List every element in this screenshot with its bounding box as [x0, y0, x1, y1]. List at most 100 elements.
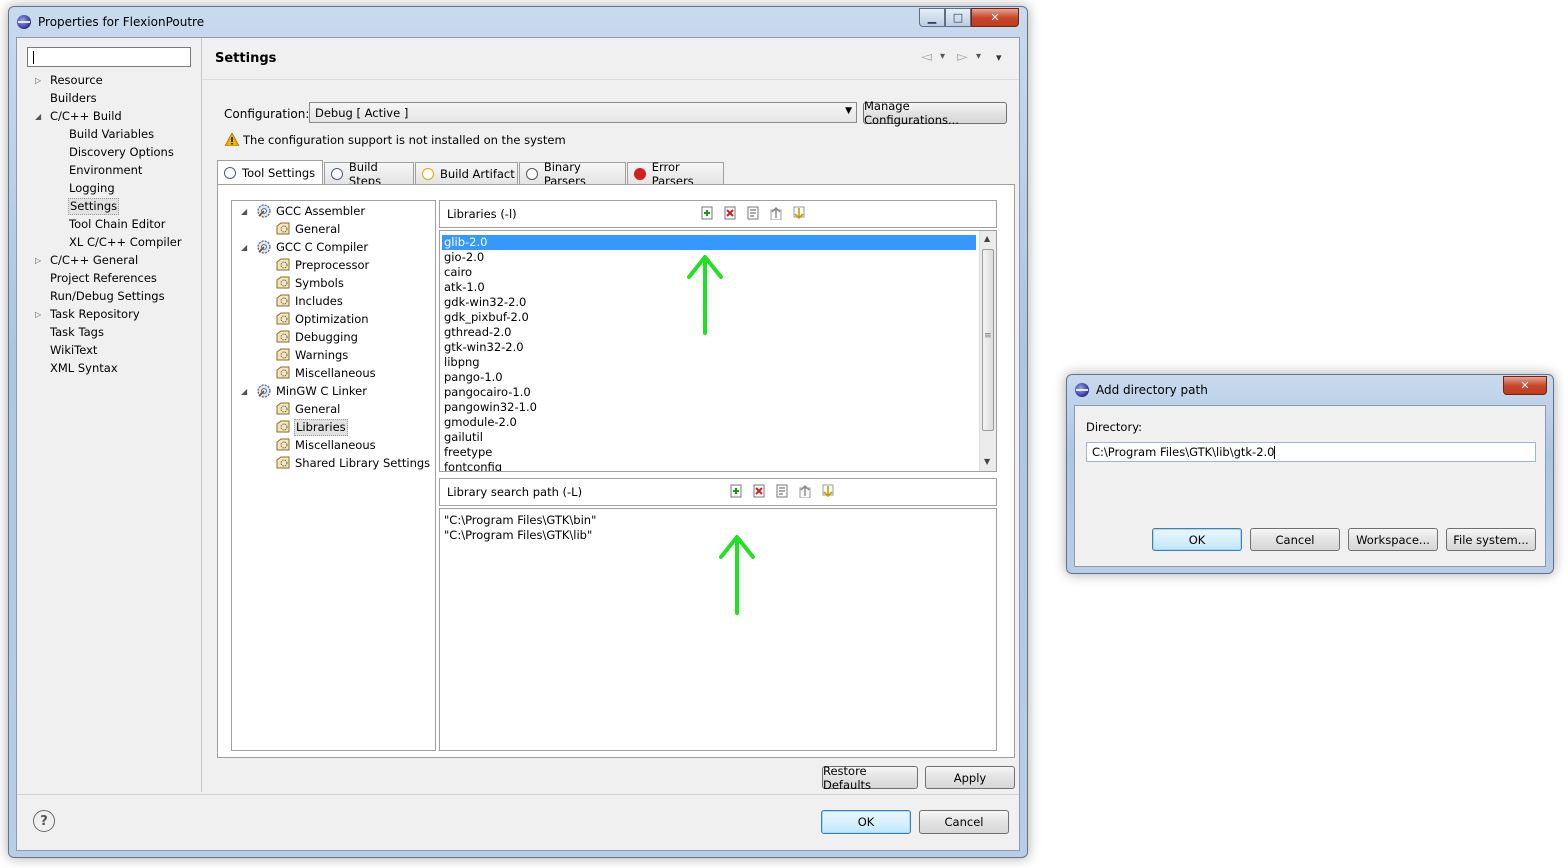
maximize-button[interactable]: □: [945, 8, 971, 27]
file-system-button[interactable]: File system...: [1446, 528, 1536, 551]
edit-icon[interactable]: [746, 206, 760, 220]
library-item[interactable]: freetype: [442, 445, 492, 460]
library-item[interactable]: gtk-win32-2.0: [442, 340, 524, 355]
nav-item[interactable]: ▷ Task Repository: [17, 306, 201, 323]
cancel-button[interactable]: Cancel: [919, 810, 1009, 834]
apply-button[interactable]: Apply: [925, 766, 1015, 789]
tool-tree-item[interactable]: Shared Library Settings: [232, 455, 435, 472]
library-item[interactable]: gthread-2.0: [442, 325, 511, 340]
nav-item[interactable]: Build Variables: [17, 126, 201, 143]
libraries-scrollbar[interactable]: ▲ ≡ ▼: [979, 231, 996, 471]
nav-item[interactable]: Project References: [17, 270, 201, 287]
nav-item[interactable]: Run/Debug Settings: [17, 288, 201, 305]
library-item[interactable]: gailutil: [442, 430, 483, 445]
library-item[interactable]: gdk_pixbuf-2.0: [442, 310, 529, 325]
expander-icon[interactable]: ◢: [241, 203, 247, 220]
tool-tree-item[interactable]: Debugging: [232, 329, 435, 346]
scroll-down-icon[interactable]: ▼: [984, 457, 990, 466]
nav-item[interactable]: ▷ Resource: [17, 72, 201, 89]
tool-tree-item[interactable]: ◢ GCC Assembler: [232, 203, 435, 220]
nav-item[interactable]: Builders: [17, 90, 201, 107]
nav-item[interactable]: Task Tags: [17, 324, 201, 341]
library-item[interactable]: glib-2.0: [442, 235, 976, 250]
back-icon[interactable]: ◅: [921, 49, 932, 65]
move-down-icon[interactable]: [792, 206, 806, 220]
dialog-close-button[interactable]: ✕: [1503, 376, 1547, 395]
close-button[interactable]: ✕: [971, 8, 1019, 27]
filter-input[interactable]: [27, 47, 191, 67]
tab-binary-parsers[interactable]: Binary Parsers: [519, 160, 626, 188]
tool-tree-item[interactable]: ◢ GCC C Compiler: [232, 239, 435, 256]
tool-tree-item[interactable]: Miscellaneous: [232, 365, 435, 382]
library-path-item[interactable]: "C:\Program Files\GTK\bin": [442, 513, 596, 528]
edit-icon[interactable]: [775, 484, 789, 498]
directory-input[interactable]: C:\Program Files\GTK\lib\gtk-2.0: [1086, 442, 1536, 462]
back-menu-icon[interactable]: ▾: [940, 51, 945, 62]
add-icon[interactable]: [700, 206, 714, 220]
properties-titlebar[interactable]: Properties for FlexionPoutre: [9, 7, 1027, 37]
nav-sash[interactable]: [201, 38, 202, 792]
nav-item[interactable]: XML Syntax: [17, 360, 201, 377]
dialog-ok-button[interactable]: OK: [1152, 528, 1242, 551]
tool-tree-item[interactable]: General: [232, 221, 435, 238]
tool-tree-item[interactable]: Includes: [232, 293, 435, 310]
nav-item[interactable]: Settings: [17, 198, 201, 215]
workspace-button[interactable]: Workspace...: [1348, 528, 1438, 551]
expander-icon[interactable]: ▷: [35, 306, 41, 323]
forward-menu-icon[interactable]: ▾: [976, 51, 981, 62]
nav-item[interactable]: Discovery Options: [17, 144, 201, 161]
move-down-icon[interactable]: [821, 484, 835, 498]
restore-defaults-button[interactable]: Restore Defaults: [822, 764, 918, 792]
library-item[interactable]: gmodule-2.0: [442, 415, 517, 430]
add-icon[interactable]: [729, 484, 743, 498]
library-path-item[interactable]: "C:\Program Files\GTK\lib": [442, 528, 592, 543]
forward-icon[interactable]: ▻: [957, 49, 968, 65]
expander-icon[interactable]: ▷: [35, 252, 41, 269]
tab-tool-settings[interactable]: Tool Settings: [217, 160, 323, 184]
delete-icon[interactable]: [752, 484, 766, 498]
library-item[interactable]: gio-2.0: [442, 250, 484, 265]
expander-icon[interactable]: ▷: [35, 72, 41, 89]
library-item[interactable]: pangowin32-1.0: [442, 400, 537, 415]
nav-item[interactable]: ▷ C/C++ General: [17, 252, 201, 269]
library-item[interactable]: cairo: [442, 265, 472, 280]
manage-configurations-button[interactable]: Manage Configurations...: [863, 99, 1007, 127]
move-up-icon[interactable]: [769, 206, 783, 220]
nav-item[interactable]: Tool Chain Editor: [17, 216, 201, 233]
tool-tree-item[interactable]: Symbols: [232, 275, 435, 292]
dialog-cancel-button[interactable]: Cancel: [1250, 528, 1340, 551]
expander-icon[interactable]: ◢: [241, 383, 247, 400]
nav-item[interactable]: Logging: [17, 180, 201, 197]
expander-icon[interactable]: ◢: [241, 239, 247, 256]
tool-tree-item[interactable]: Preprocessor: [232, 257, 435, 274]
library-item[interactable]: pangocairo-1.0: [442, 385, 531, 400]
tab-build-artifact[interactable]: Build Artifact: [415, 162, 518, 184]
configuration-select[interactable]: Debug [ Active ] ▼: [309, 102, 857, 123]
library-item[interactable]: pango-1.0: [442, 370, 503, 385]
tool-tree-item[interactable]: ◢ MinGW C Linker: [232, 383, 435, 400]
scroll-up-icon[interactable]: ▲: [984, 234, 990, 243]
minimize-button[interactable]: ▁: [919, 8, 945, 27]
tab-build-steps[interactable]: Build Steps: [324, 160, 414, 188]
library-item[interactable]: gdk-win32-2.0: [442, 295, 526, 310]
expander-icon[interactable]: ◢: [35, 108, 41, 125]
library-item[interactable]: libpng: [442, 355, 480, 370]
nav-item[interactable]: ◢ C/C++ Build: [17, 108, 201, 125]
library-item[interactable]: fontconfig: [442, 460, 502, 471]
dialog-titlebar[interactable]: Add directory path: [1067, 375, 1553, 405]
library-item[interactable]: atk-1.0: [442, 280, 485, 295]
nav-item[interactable]: Environment: [17, 162, 201, 179]
nav-item[interactable]: XL C/C++ Compiler: [17, 234, 201, 251]
move-up-icon[interactable]: [798, 484, 812, 498]
help-button[interactable]: ?: [33, 810, 55, 832]
delete-icon[interactable]: [723, 206, 737, 220]
tool-tree-item[interactable]: Optimization: [232, 311, 435, 328]
tool-tree-item[interactable]: Warnings: [232, 347, 435, 364]
tab-error-parsers[interactable]: Error Parsers: [627, 160, 724, 188]
tool-tree-item[interactable]: Miscellaneous: [232, 437, 435, 454]
tool-tree-item[interactable]: Libraries: [232, 419, 435, 436]
nav-item[interactable]: WikiText: [17, 342, 201, 359]
tool-tree-item[interactable]: General: [232, 401, 435, 418]
view-menu-icon[interactable]: ▾: [996, 51, 1002, 64]
ok-button[interactable]: OK: [821, 810, 911, 834]
